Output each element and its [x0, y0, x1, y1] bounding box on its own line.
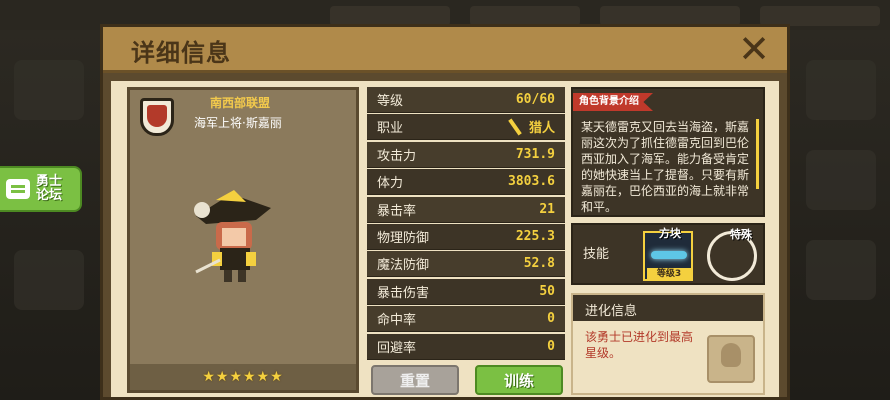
detail-dialog: 详细信息 ✕ 南西部联盟 海军上将·斯嘉丽 ★★★★★★ 等级 60/60 职业…: [100, 24, 790, 400]
laser-skill-icon: [651, 251, 687, 259]
background-right-panel: [790, 30, 890, 400]
stat-value: 225.3: [515, 228, 555, 244]
chat-icon: [6, 179, 30, 199]
stat-value: 猎人: [528, 121, 555, 137]
stat-label: 命中率: [377, 313, 417, 329]
character-name: 海军上将·斯嘉丽: [194, 116, 282, 130]
stat-row-attack: 攻击力 731.9: [367, 141, 565, 168]
skill-slot-block[interactable]: 方块 等级3: [643, 227, 693, 281]
background-tile: [806, 150, 876, 210]
stat-row-hit-rate: 命中率 0: [367, 306, 565, 333]
star-rating-bar: ★★★★★★: [130, 364, 356, 390]
background-story-text[interactable]: 某天德雷克又回去当海盗，斯嘉丽这次为了抓住德雷克回到巴伦西亚加入了海军。能力备受…: [581, 119, 755, 215]
background-story-tag: 角色背景介绍: [573, 93, 653, 111]
dialog-title: 详细信息: [131, 39, 231, 67]
stat-row-class: 职业 猎人: [367, 114, 565, 141]
stat-value: 0: [547, 311, 555, 327]
class-value-group: 猎人: [505, 117, 555, 136]
stat-value: 52.8: [523, 256, 555, 272]
close-icon: ✕: [738, 27, 770, 71]
character-card: 南西部联盟 海军上将·斯嘉丽 ★★★★★★: [127, 87, 359, 393]
star-rating: ★★★★★★: [202, 369, 284, 385]
stat-value: 731.9: [515, 146, 555, 162]
background-left-panel: [0, 30, 100, 400]
stat-value: 60/60: [515, 92, 555, 107]
stat-label: 回避率: [377, 340, 417, 356]
stat-label: 体力: [377, 176, 404, 192]
background-tile: [14, 60, 84, 120]
background-tile: [14, 250, 84, 310]
skill-type-label: 特殊: [730, 228, 752, 241]
background-resource-pill: [470, 6, 580, 26]
stat-label: 职业: [377, 121, 404, 137]
evolution-panel: 进化信息 该勇士已进化到最高星级。: [571, 293, 765, 395]
evolution-title: 进化信息: [573, 295, 763, 321]
stat-row-level: 等级 60/60: [367, 87, 565, 113]
evolution-text: 该勇士已进化到最高星级。: [585, 330, 694, 360]
background-resource-pill: [600, 6, 740, 26]
stat-value: 50: [539, 283, 555, 299]
skill-slot-special[interactable]: 特殊: [707, 228, 757, 281]
stat-label: 魔法防御: [377, 258, 430, 274]
dialog-header: 详细信息 ✕: [103, 27, 787, 73]
stat-row-hp: 体力 3803.6: [367, 169, 565, 196]
dialog-body: 南西部联盟 海军上将·斯嘉丽 ★★★★★★ 等级 60/60 职业 猎人 攻击力…: [111, 81, 779, 397]
stat-row-magic-def: 魔法防御 52.8: [367, 251, 565, 278]
stat-label: 暴击率: [377, 203, 417, 219]
skills-label: 技能: [583, 247, 610, 262]
stats-panel: 等级 60/60 职业 猎人 攻击力 731.9 体力 3803.6 暴击率 2…: [367, 87, 565, 360]
background-story-panel: 角色背景介绍 某天德雷克又回去当海盗，斯嘉丽这次为了抓住德雷克回到巴伦西亚加入了…: [571, 87, 765, 217]
background-resource-pill: [760, 6, 880, 26]
stat-row-phys-def: 物理防御 225.3: [367, 223, 565, 250]
stat-value: 21: [539, 201, 555, 217]
stat-label: 物理防御: [377, 230, 430, 246]
character-sprite: [194, 190, 271, 282]
warrior-forum-button[interactable]: 勇士 论坛: [0, 166, 82, 212]
stat-label: 等级: [377, 94, 404, 109]
skill-level-badge: 等级3: [647, 268, 691, 281]
forum-button-label: 勇士 论坛: [36, 174, 63, 203]
skill-type-label: 方块: [659, 227, 681, 240]
stat-row-crit-rate: 暴击率 21: [367, 196, 565, 223]
faction-emblem-icon: [140, 98, 174, 136]
background-tile: [806, 240, 876, 300]
story-scrollbar[interactable]: [756, 119, 759, 189]
background-resource-pill: [330, 6, 450, 26]
stat-value: 3803.6: [508, 174, 555, 190]
train-button[interactable]: 训练: [475, 365, 563, 395]
evolution-portrait-icon: [707, 335, 755, 383]
reset-button[interactable]: 重置: [371, 365, 459, 395]
background-tile: [806, 60, 876, 120]
skills-panel: 技能 方块 等级3 特殊: [571, 223, 765, 285]
dagger-icon: [505, 118, 523, 136]
stat-label: 攻击力: [377, 148, 417, 164]
stat-row-crit-damage: 暴击伤害 50: [367, 278, 565, 305]
faction-name: 南西部联盟: [210, 96, 271, 110]
stat-label: 暴击伤害: [377, 285, 430, 301]
close-button[interactable]: ✕: [735, 30, 773, 69]
stat-value: 0: [547, 338, 555, 354]
stat-row-evasion: 回避率 0: [367, 333, 565, 360]
